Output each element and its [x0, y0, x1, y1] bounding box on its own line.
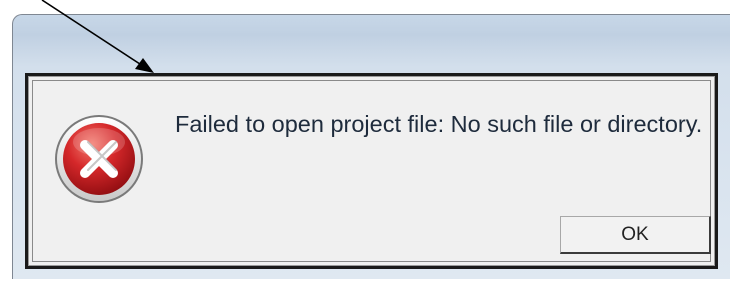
ok-button[interactable]: OK	[560, 216, 711, 254]
error-icon	[55, 115, 143, 203]
error-message-text: Failed to open project file: No such fil…	[175, 111, 703, 137]
screenshot-stage: Failed to open project file: No such fil…	[0, 0, 730, 282]
error-message-box: Failed to open project file: No such fil…	[25, 73, 718, 269]
